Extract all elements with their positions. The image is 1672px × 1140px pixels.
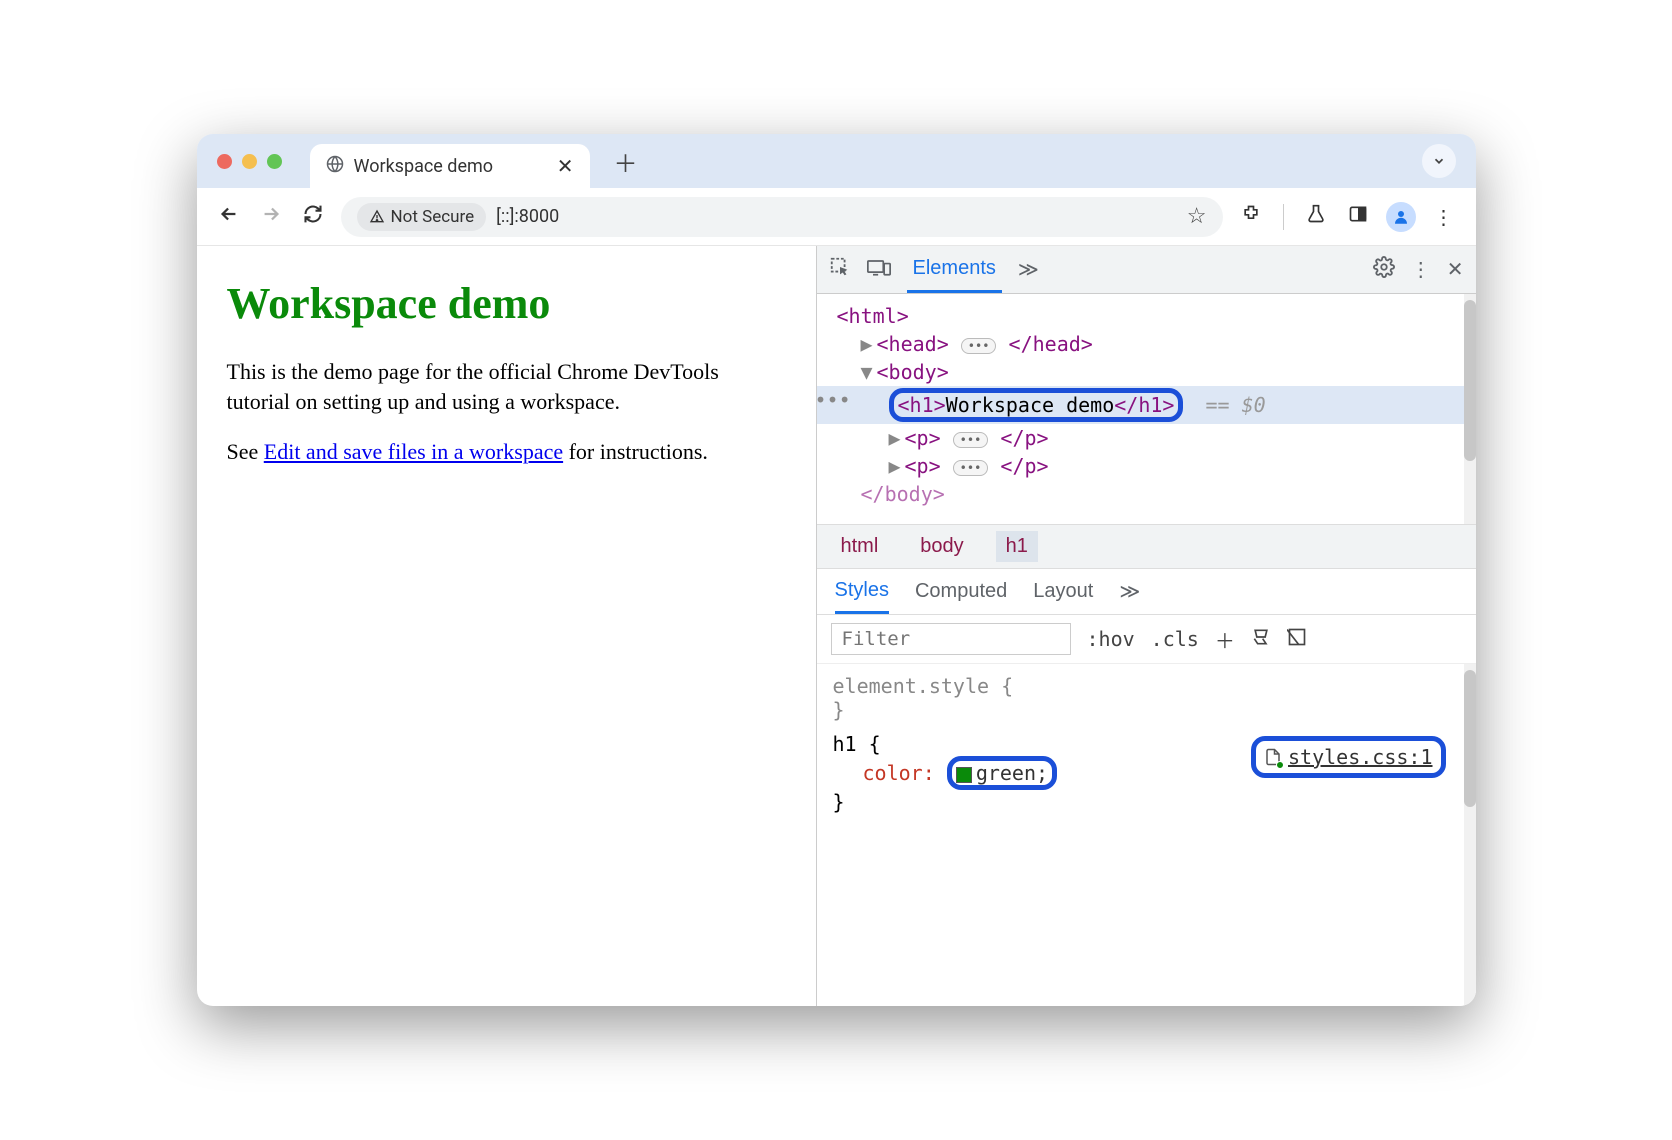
tutorial-link[interactable]: Edit and save files in a workspace [264,439,563,464]
copy-styles-icon[interactable] [1251,627,1271,652]
inspect-icon[interactable] [829,256,851,284]
settings-gear-icon[interactable] [1373,256,1395,284]
breadcrumb-body[interactable]: body [910,531,973,562]
menu-icon[interactable]: ⋮ [1430,205,1458,229]
tab-title: Workspace demo [354,156,494,177]
row-actions-icon[interactable]: ••• [817,388,851,412]
url-text: [::]:8000 [496,206,559,227]
highlight-annotation-value: green; [947,756,1057,790]
ellipsis-icon[interactable]: ••• [953,460,989,476]
close-tab-icon[interactable]: ✕ [557,154,574,178]
computed-panel-icon[interactable] [1287,627,1307,652]
styles-filter-row: :hov .cls ＋ [817,615,1476,664]
source-link[interactable]: styles.css:1 [1288,745,1433,769]
highlight-annotation-source: styles.css:1 [1251,736,1446,778]
devtools-panel: Elements ≫ ⋮ ✕ <html> ▶<head> ••• </head… [816,246,1476,1006]
titlebar: Workspace demo ✕ ＋ [197,134,1476,188]
more-styles-tabs-icon[interactable]: ≫ [1119,569,1140,614]
breadcrumb-h1[interactable]: h1 [996,531,1038,562]
ellipsis-icon[interactable]: ••• [953,432,989,448]
file-icon [1264,747,1282,767]
page-paragraph-1: This is the demo page for the official C… [227,357,786,416]
dom-tree[interactable]: <html> ▶<head> ••• </head> ▼<body> ••• <… [817,294,1464,524]
cls-toggle[interactable]: .cls [1151,627,1199,651]
breadcrumb-html[interactable]: html [831,531,889,562]
tab-layout[interactable]: Layout [1033,569,1093,614]
close-window-button[interactable] [217,154,232,169]
extensions-icon[interactable] [1237,204,1265,229]
toolbar-separator [1283,204,1284,230]
reload-button[interactable] [299,204,327,230]
rendered-page: Workspace demo This is the demo page for… [197,246,816,1006]
sidepanel-icon[interactable] [1344,204,1372,229]
dom-selected-row[interactable]: ••• <h1>Workspace demo</h1> == $0 [817,386,1464,424]
toolbar: Not Secure [::]:8000 ☆ ⋮ [197,188,1476,246]
ellipsis-icon[interactable]: ••• [961,338,997,354]
devtools-tabstrip: Elements ≫ ⋮ ✕ [817,246,1476,294]
minimize-window-button[interactable] [242,154,257,169]
styles-scrollbar[interactable] [1464,664,1476,1006]
globe-icon [326,155,344,178]
browser-window: Workspace demo ✕ ＋ Not Secure [::]:8000 … [197,134,1476,1006]
labs-icon[interactable] [1302,204,1330,229]
profile-avatar[interactable] [1386,202,1416,232]
highlight-annotation: <h1>Workspace demo</h1> [889,388,1184,422]
styles-filter-input[interactable] [831,623,1071,655]
new-style-rule-icon[interactable]: ＋ [1215,625,1235,654]
styles-rules[interactable]: element.style { } h1 { color: green; } [817,664,1464,1006]
content-area: Workspace demo This is the demo page for… [197,246,1476,1006]
security-chip[interactable]: Not Secure [357,203,487,231]
color-swatch[interactable] [956,767,972,783]
browser-tab[interactable]: Workspace demo ✕ [310,144,590,188]
address-bar[interactable]: Not Secure [::]:8000 ☆ [341,197,1223,237]
page-heading: Workspace demo [227,274,786,333]
security-label: Not Secure [391,207,475,227]
device-toggle-icon[interactable] [867,257,891,283]
close-devtools-icon[interactable]: ✕ [1447,257,1464,282]
window-controls [217,154,282,169]
tab-styles[interactable]: Styles [835,569,889,614]
back-button[interactable] [215,203,243,231]
styles-tabstrip: Styles Computed Layout ≫ [817,569,1476,615]
more-tabs-icon[interactable]: ≫ [1018,257,1039,282]
page-paragraph-2: See Edit and save files in a workspace f… [227,437,786,467]
tab-elements[interactable]: Elements [907,246,1002,293]
dom-scrollbar[interactable] [1464,294,1476,524]
maximize-window-button[interactable] [267,154,282,169]
devtools-menu-icon[interactable]: ⋮ [1411,257,1431,282]
hov-toggle[interactable]: :hov [1087,627,1135,651]
forward-button[interactable] [257,203,285,231]
tab-computed[interactable]: Computed [915,569,1007,614]
new-tab-button[interactable]: ＋ [614,144,638,179]
tabs-dropdown-button[interactable] [1422,144,1456,178]
bookmark-star-icon[interactable]: ☆ [1187,204,1207,229]
dom-breadcrumb: html body h1 [817,524,1476,569]
